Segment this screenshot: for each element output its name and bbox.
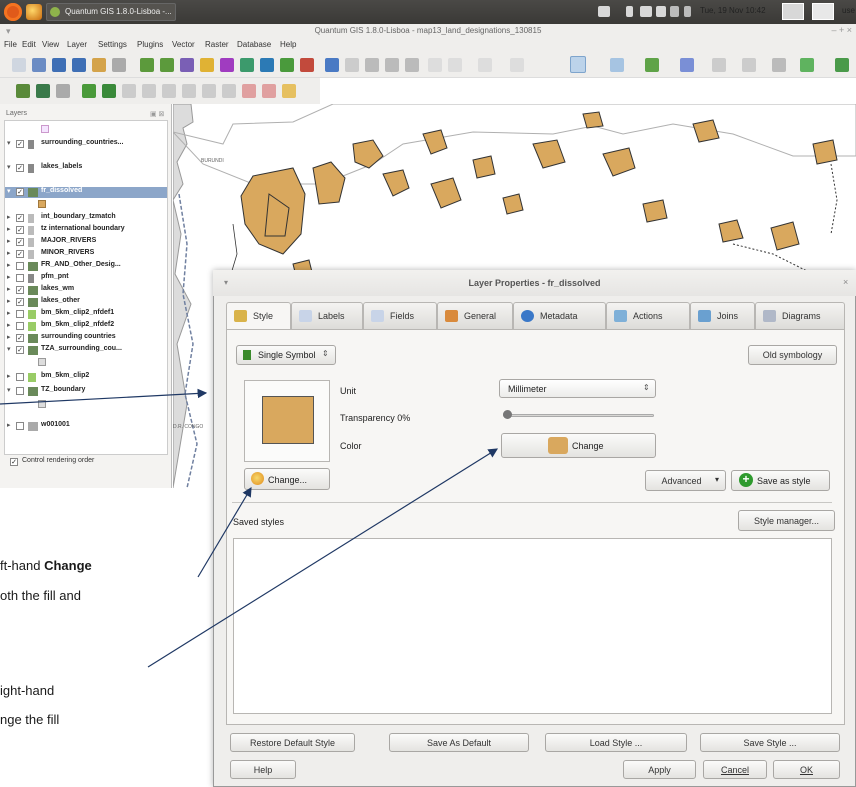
arrow-to-color-change xyxy=(147,448,499,668)
arrow-to-symbol-change xyxy=(197,486,252,578)
annotation-text-right-2: nge the fill xyxy=(0,712,60,727)
annotation-text-left-2: oth the fill and xyxy=(0,588,81,603)
annotation-text-right: ight-hand xyxy=(0,683,55,698)
arrow-to-layer xyxy=(0,388,208,405)
annotation-text-left: ft-hand Change xyxy=(0,558,92,573)
annotation-arrows xyxy=(0,388,499,668)
